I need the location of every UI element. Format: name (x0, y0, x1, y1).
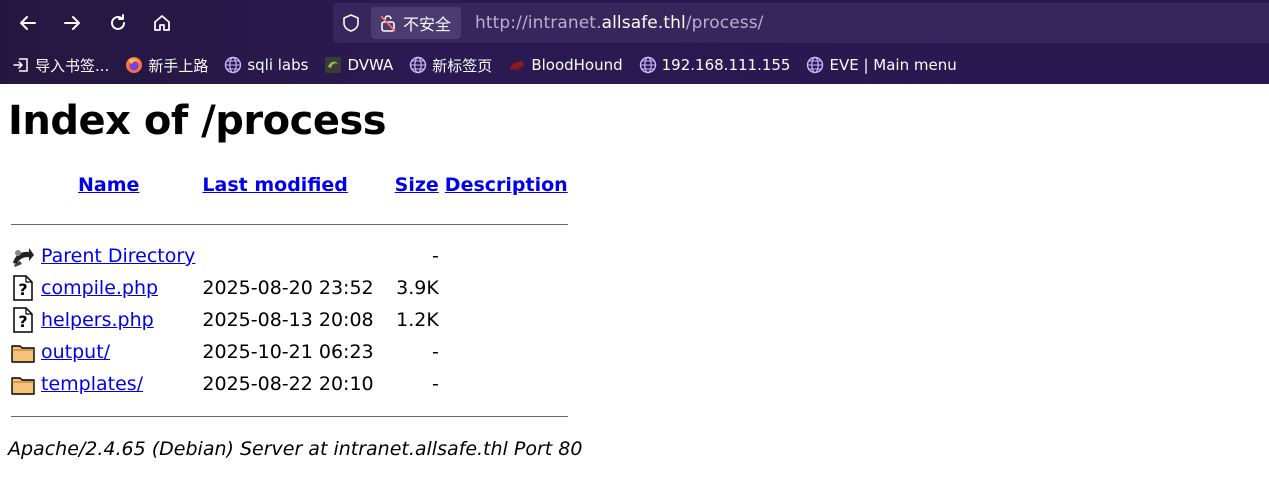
modified-cell: 2025-08-13 20:08 (202, 309, 374, 331)
folder-link-templates[interactable]: templates/ (41, 373, 143, 395)
size-cell: 3.9K (396, 277, 439, 299)
browser-toolbar: 不安全 http://intranet.allsafe.thl/process/ (0, 0, 1269, 46)
directory-listing: Name Last modified Size Description Pare… (8, 172, 571, 432)
name-header: Name (38, 172, 199, 208)
last-modified-header: Last modified (199, 172, 376, 208)
firefox-icon (125, 56, 143, 74)
security-label: 不安全 (403, 15, 452, 34)
description-cell (442, 240, 571, 272)
dvwa-icon (324, 56, 342, 74)
size-cell: 1.2K (396, 309, 439, 331)
svg-text:?: ? (18, 312, 27, 331)
home-button[interactable] (148, 9, 176, 37)
folder-icon (8, 368, 38, 400)
back-icon (8, 240, 38, 272)
table-row: Parent Directory - (8, 240, 571, 272)
globe-icon (224, 56, 242, 74)
file-name-cell: output/ (38, 336, 199, 368)
file-name-cell: Parent Directory (38, 240, 199, 272)
size-cell: - (431, 341, 439, 363)
description-cell (442, 368, 571, 400)
reload-button[interactable] (104, 9, 132, 37)
table-row: ? helpers.php 2025-08-13 20:08 1.2K (8, 304, 571, 336)
back-button[interactable] (14, 9, 42, 37)
table-row: templates/ 2025-08-22 20:10 - (8, 368, 571, 400)
bookmark-new-tab[interactable]: 新标签页 (409, 55, 492, 76)
bookmark-dvwa[interactable]: DVWA (324, 56, 393, 74)
url-text[interactable]: http://intranet.allsafe.thl/process/ (475, 13, 764, 33)
page-content: Index of /process Name Last modified Siz… (0, 98, 1269, 460)
size-header: Size (377, 172, 442, 208)
bookmark-bloodhound[interactable]: BloodHound (508, 56, 623, 74)
bookmark-import[interactable]: 导入书签... (12, 55, 109, 76)
bookmark-getting-started[interactable]: 新手上路 (125, 55, 208, 76)
icon-header (8, 172, 38, 208)
svg-text:?: ? (18, 280, 27, 299)
bookmark-sqli-labs[interactable]: sqli labs (224, 56, 308, 74)
description-cell (442, 272, 571, 304)
server-signature: Apache/2.4.65 (Debian) Server at intrane… (8, 438, 583, 460)
header-row: Name Last modified Size Description (8, 172, 571, 208)
bookmarks-bar: 导入书签... 新手上路 sqli labs DVWA 新标签页 BloodHo… (0, 46, 1269, 84)
description-cell (442, 336, 571, 368)
sort-by-description-link[interactable]: Description (445, 174, 568, 196)
arrow-left-icon (20, 16, 36, 30)
divider (11, 223, 568, 225)
globe-icon (409, 56, 427, 74)
unknown-file-icon: ? (8, 272, 38, 304)
reload-icon (111, 14, 125, 30)
arrow-right-icon (64, 16, 80, 30)
description-header: Description (442, 172, 571, 208)
description-cell (442, 304, 571, 336)
separator-row (8, 208, 571, 240)
size-cell: - (431, 245, 439, 267)
bookmark-eve[interactable]: EVE | Main menu (806, 56, 957, 74)
bloodhound-icon (508, 56, 526, 74)
modified-cell (199, 240, 376, 272)
globe-icon (806, 56, 824, 74)
modified-cell: 2025-08-20 23:52 (202, 277, 374, 299)
sort-by-modified-link[interactable]: Last modified (202, 174, 347, 196)
file-name-cell: helpers.php (38, 304, 199, 336)
url-host: allsafe.thl (601, 13, 686, 33)
file-name-cell: templates/ (38, 368, 199, 400)
url-bar[interactable]: 不安全 http://intranet.allsafe.thl/process/ (333, 3, 1269, 43)
folder-link-output[interactable]: output/ (41, 341, 110, 363)
forward-button[interactable] (58, 9, 86, 37)
folder-icon (8, 336, 38, 368)
globe-icon (639, 56, 657, 74)
sort-by-name-link[interactable]: Name (78, 174, 139, 196)
size-cell: - (431, 373, 439, 395)
sort-by-size-link[interactable]: Size (395, 174, 439, 196)
unknown-file-icon: ? (8, 304, 38, 336)
modified-cell: 2025-08-22 20:10 (202, 373, 374, 395)
page-title: Index of /process (8, 98, 387, 144)
divider (11, 415, 568, 417)
home-icon (154, 15, 170, 31)
table-row: output/ 2025-10-21 06:23 - (8, 336, 571, 368)
file-link-compile[interactable]: compile.php (41, 277, 158, 299)
browser-chrome: 不安全 http://intranet.allsafe.thl/process/… (0, 0, 1269, 84)
site-security-button[interactable]: 不安全 (371, 7, 462, 39)
unlocked-padlock-icon (380, 15, 396, 32)
bookmark-ip[interactable]: 192.168.111.155 (639, 56, 790, 74)
import-icon (12, 56, 30, 74)
shield-icon[interactable] (341, 13, 361, 33)
parent-directory-link[interactable]: Parent Directory (41, 245, 195, 267)
modified-cell: 2025-10-21 06:23 (202, 341, 374, 363)
table-row: ? compile.php 2025-08-20 23:52 3.9K (8, 272, 571, 304)
separator-row (8, 400, 571, 432)
file-link-helpers[interactable]: helpers.php (41, 309, 154, 331)
file-name-cell: compile.php (38, 272, 199, 304)
